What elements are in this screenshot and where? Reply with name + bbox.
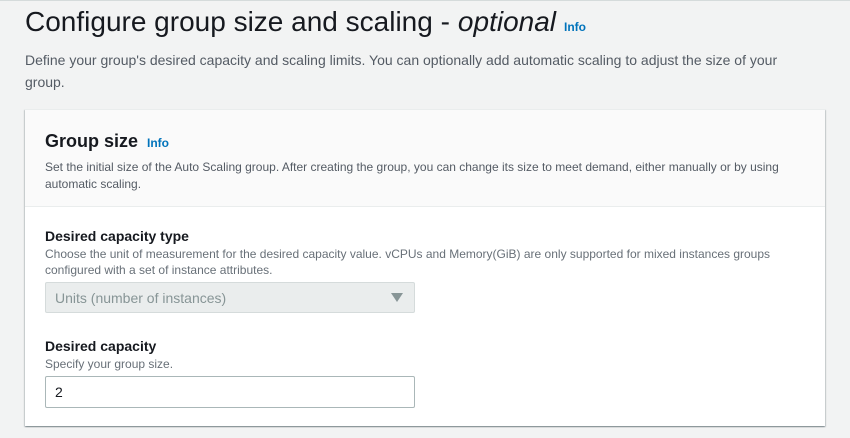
page-title-text: Configure group size and scaling - xyxy=(25,6,450,37)
group-size-title: Group size Info xyxy=(45,129,805,155)
group-size-panel: Group size Info Set the initial size of … xyxy=(25,109,825,426)
caret-down-icon xyxy=(391,293,403,302)
desired-capacity-input[interactable] xyxy=(45,376,415,408)
group-size-panel-header: Group size Info Set the initial size of … xyxy=(25,110,825,207)
page-info-link[interactable]: Info xyxy=(564,9,586,45)
page-description: Define your group's desired capacity and… xyxy=(25,52,778,90)
group-size-info-link[interactable]: Info xyxy=(147,131,169,155)
top-divider xyxy=(0,0,850,1)
desired-capacity-label: Desired capacity xyxy=(45,338,157,354)
page-title: Configure group size and scaling - optio… xyxy=(25,4,825,45)
page-title-optional: optional xyxy=(457,6,557,37)
page-header: Configure group size and scaling - optio… xyxy=(25,4,825,93)
desired-capacity-type-selected: Units (number of instances) xyxy=(55,289,227,306)
group-size-description: Set the initial size of the Auto Scaling… xyxy=(45,160,779,191)
desired-capacity-field: Desired capacity Specify your group size… xyxy=(45,336,805,408)
group-size-title-text: Group size xyxy=(45,131,139,151)
desired-capacity-type-label: Desired capacity type xyxy=(45,228,189,244)
desired-capacity-type-description: Choose the unit of measurement for the d… xyxy=(45,247,771,277)
desired-capacity-type-select[interactable]: Units (number of instances) xyxy=(45,282,415,313)
desired-capacity-type-field: Desired capacity type Choose the unit of… xyxy=(45,226,805,313)
desired-capacity-description: Specify your group size. xyxy=(45,357,174,371)
